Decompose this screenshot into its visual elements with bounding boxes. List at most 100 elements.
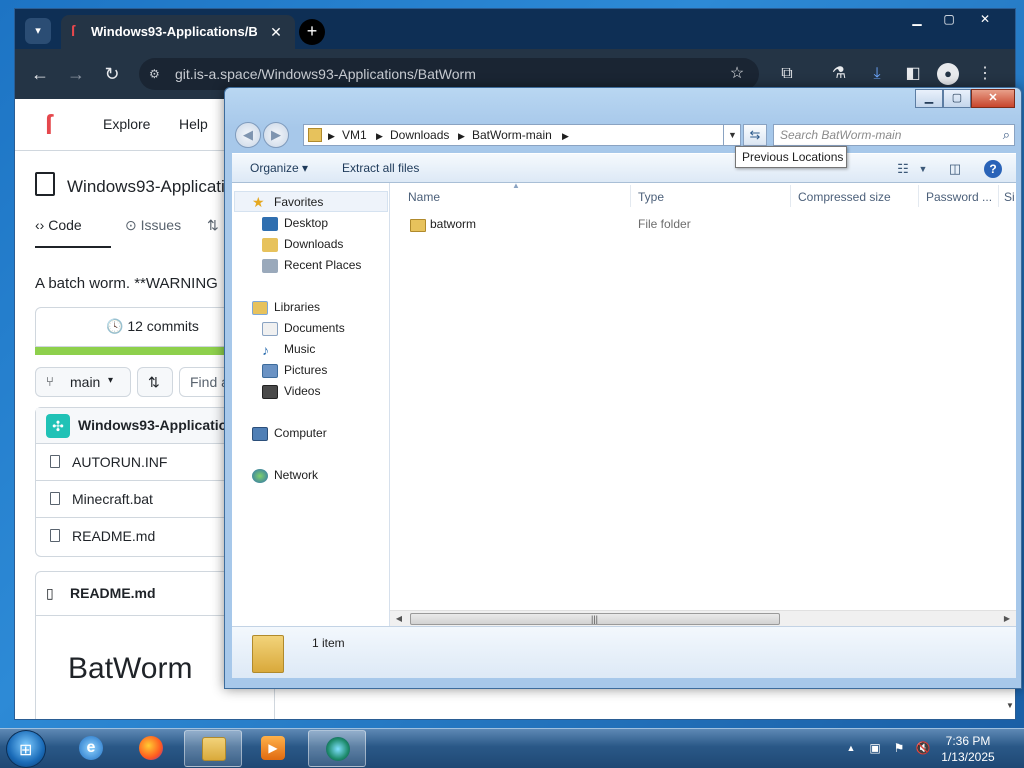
help-icon[interactable]: ?	[984, 160, 1002, 178]
address-bar[interactable]: ⚙ git.is-a.space/Windows93-Applications/…	[139, 58, 759, 90]
breadcrumb-item[interactable]: BatWorm-main	[472, 128, 552, 144]
explorer-minimize-button[interactable]: ▁	[915, 89, 943, 108]
nav-downloads[interactable]: Downloads	[284, 235, 343, 253]
back-arrow-icon[interactable]: ←	[27, 61, 53, 87]
column-separator[interactable]	[998, 185, 999, 207]
nav-network[interactable]: Network	[274, 466, 318, 484]
address-url[interactable]: git.is-a.space/Windows93-Applications/Ba…	[175, 66, 675, 82]
column-name[interactable]: Name	[408, 187, 440, 207]
recent-places-icon	[262, 259, 278, 273]
nav-help[interactable]: Help	[179, 116, 208, 134]
back-button[interactable]: ◀	[235, 122, 261, 148]
breadcrumb-arrow-icon[interactable]: ▶	[562, 128, 569, 144]
minimize-icon[interactable]: ▁	[903, 11, 931, 29]
menu-kebab-icon[interactable]: ⋮	[973, 62, 997, 86]
forward-button[interactable]: ▶	[263, 122, 289, 148]
clock[interactable]: 7:36 PM 1/13/2025	[930, 733, 1006, 765]
file-name[interactable]: AUTORUN.INF	[72, 454, 167, 470]
preview-pane-icon[interactable]: ◫	[946, 160, 964, 178]
nav-desktop[interactable]: Desktop	[284, 214, 328, 232]
search-box[interactable]: Search BatWorm-main ⌕	[773, 124, 1015, 146]
branch-name: main	[70, 374, 101, 390]
nav-pictures[interactable]: Pictures	[284, 361, 327, 379]
nav-documents[interactable]: Documents	[284, 319, 345, 337]
tab-issues-label: Issues	[140, 217, 182, 233]
download-icon[interactable]: ⤓	[865, 62, 889, 86]
network-tray-icon[interactable]: ▣	[866, 739, 884, 757]
forward-arrow-icon[interactable]: →	[63, 61, 89, 87]
compare-button[interactable]: ⇅	[137, 367, 173, 397]
maximize-icon[interactable]: ▢	[935, 11, 963, 29]
navigation-pane: ★ Favorites Desktop Downloads Recent Pla…	[232, 183, 390, 626]
taskbar-media-player[interactable]: ▶	[244, 730, 302, 767]
column-separator[interactable]	[630, 185, 631, 207]
nav-videos[interactable]: Videos	[284, 382, 320, 400]
scroll-down-arrow-icon[interactable]: ▼	[1003, 701, 1015, 715]
search-icon[interactable]: ⌕	[1003, 127, 1010, 143]
close-window-icon[interactable]: ✕	[971, 11, 999, 29]
book-icon: ▯	[46, 585, 54, 601]
branch-selector[interactable]: ⑂ main ▾	[35, 367, 131, 397]
pull-requests-icon[interactable]: ⇅	[207, 217, 219, 237]
taskbar-explorer[interactable]	[184, 730, 242, 767]
horizontal-scrollbar[interactable]: ◀ ||| ▶	[390, 610, 1016, 626]
show-hidden-icons-icon[interactable]: ▲	[844, 739, 858, 757]
column-password[interactable]: Password ...	[926, 187, 992, 207]
new-tab-button[interactable]: +	[299, 19, 325, 45]
nav-libraries[interactable]: Libraries	[274, 298, 320, 316]
close-tab-icon[interactable]: ✕	[267, 23, 285, 41]
commits-label: 🕓 12 commits	[106, 318, 199, 334]
column-type[interactable]: Type	[638, 187, 664, 207]
file-name[interactable]: Minecraft.bat	[72, 491, 153, 507]
browser-tab[interactable]: ſ Windows93-Applications/BatW ✕	[61, 15, 295, 49]
taskbar-chrome[interactable]	[308, 730, 366, 767]
file-name[interactable]: batworm	[430, 217, 476, 231]
commit-author[interactable]: Windows93-Application	[78, 417, 236, 433]
breadcrumb-arrow-icon[interactable]: ▶	[458, 128, 465, 144]
start-button[interactable]: ⊞	[6, 730, 46, 768]
nav-computer[interactable]: Computer	[274, 424, 327, 442]
column-compressed-size[interactable]: Compressed size	[798, 187, 891, 207]
breadcrumb-item[interactable]: Downloads	[390, 128, 449, 144]
site-info-icon[interactable]: ⚙	[149, 66, 165, 82]
nav-recent-places[interactable]: Recent Places	[284, 256, 361, 274]
gitea-logo-icon[interactable]: ſ	[45, 109, 69, 141]
taskbar-internet-explorer[interactable]: e	[62, 730, 120, 767]
breadcrumb-arrow-icon[interactable]: ▶	[376, 128, 383, 144]
explorer-address-bar[interactable]: ▶ VM1 ▶ Downloads ▶ BatWorm-main ▶	[303, 124, 741, 146]
extract-all-button[interactable]: Extract all files	[342, 161, 419, 177]
scroll-left-arrow-icon[interactable]: ◀	[392, 612, 406, 626]
readme-heading: BatWorm	[68, 652, 193, 685]
nav-favorites[interactable]: Favorites	[274, 193, 323, 211]
breadcrumb-arrow-icon[interactable]: ▶	[328, 128, 335, 144]
column-size[interactable]: Si	[1004, 187, 1016, 207]
tab-code[interactable]: ‹› Code	[35, 217, 82, 237]
explorer-close-button[interactable]: ✕	[971, 89, 1015, 108]
previous-locations-dropdown[interactable]: ▼	[723, 124, 741, 146]
column-separator[interactable]	[790, 185, 791, 207]
explorer-maximize-button[interactable]: ▢	[943, 89, 971, 108]
breadcrumb-item[interactable]: VM1	[342, 128, 367, 144]
refresh-button[interactable]: ⇆	[743, 124, 767, 146]
view-list-icon[interactable]: ☷	[894, 160, 912, 178]
tab-issues[interactable]: ⊙ Issues	[125, 217, 181, 237]
documents-icon	[262, 322, 278, 336]
labs-flask-icon[interactable]: ⚗	[827, 62, 851, 86]
reload-icon[interactable]: ↻	[99, 61, 125, 87]
tab-search-button[interactable]: ▾	[25, 18, 51, 44]
nav-explore[interactable]: Explore	[103, 116, 150, 134]
scrollbar-thumb[interactable]: |||	[410, 613, 780, 625]
view-dropdown-icon[interactable]: ▼	[916, 160, 930, 178]
readme-label: README.md	[70, 585, 156, 601]
taskbar-firefox[interactable]	[122, 730, 180, 767]
nav-music[interactable]: Music	[284, 340, 315, 358]
bookmark-star-icon[interactable]: ☆	[727, 64, 747, 84]
side-panel-icon[interactable]: ◧	[901, 62, 925, 86]
column-separator[interactable]	[918, 185, 919, 207]
organize-menu[interactable]: Organize ▾	[250, 161, 308, 177]
extensions-icon[interactable]: ⧉	[775, 62, 799, 86]
file-name[interactable]: README.md	[72, 528, 155, 544]
action-center-flag-icon[interactable]: ⚑	[890, 739, 908, 757]
profile-avatar-icon[interactable]: ●	[937, 63, 959, 85]
scroll-right-arrow-icon[interactable]: ▶	[1000, 612, 1014, 626]
